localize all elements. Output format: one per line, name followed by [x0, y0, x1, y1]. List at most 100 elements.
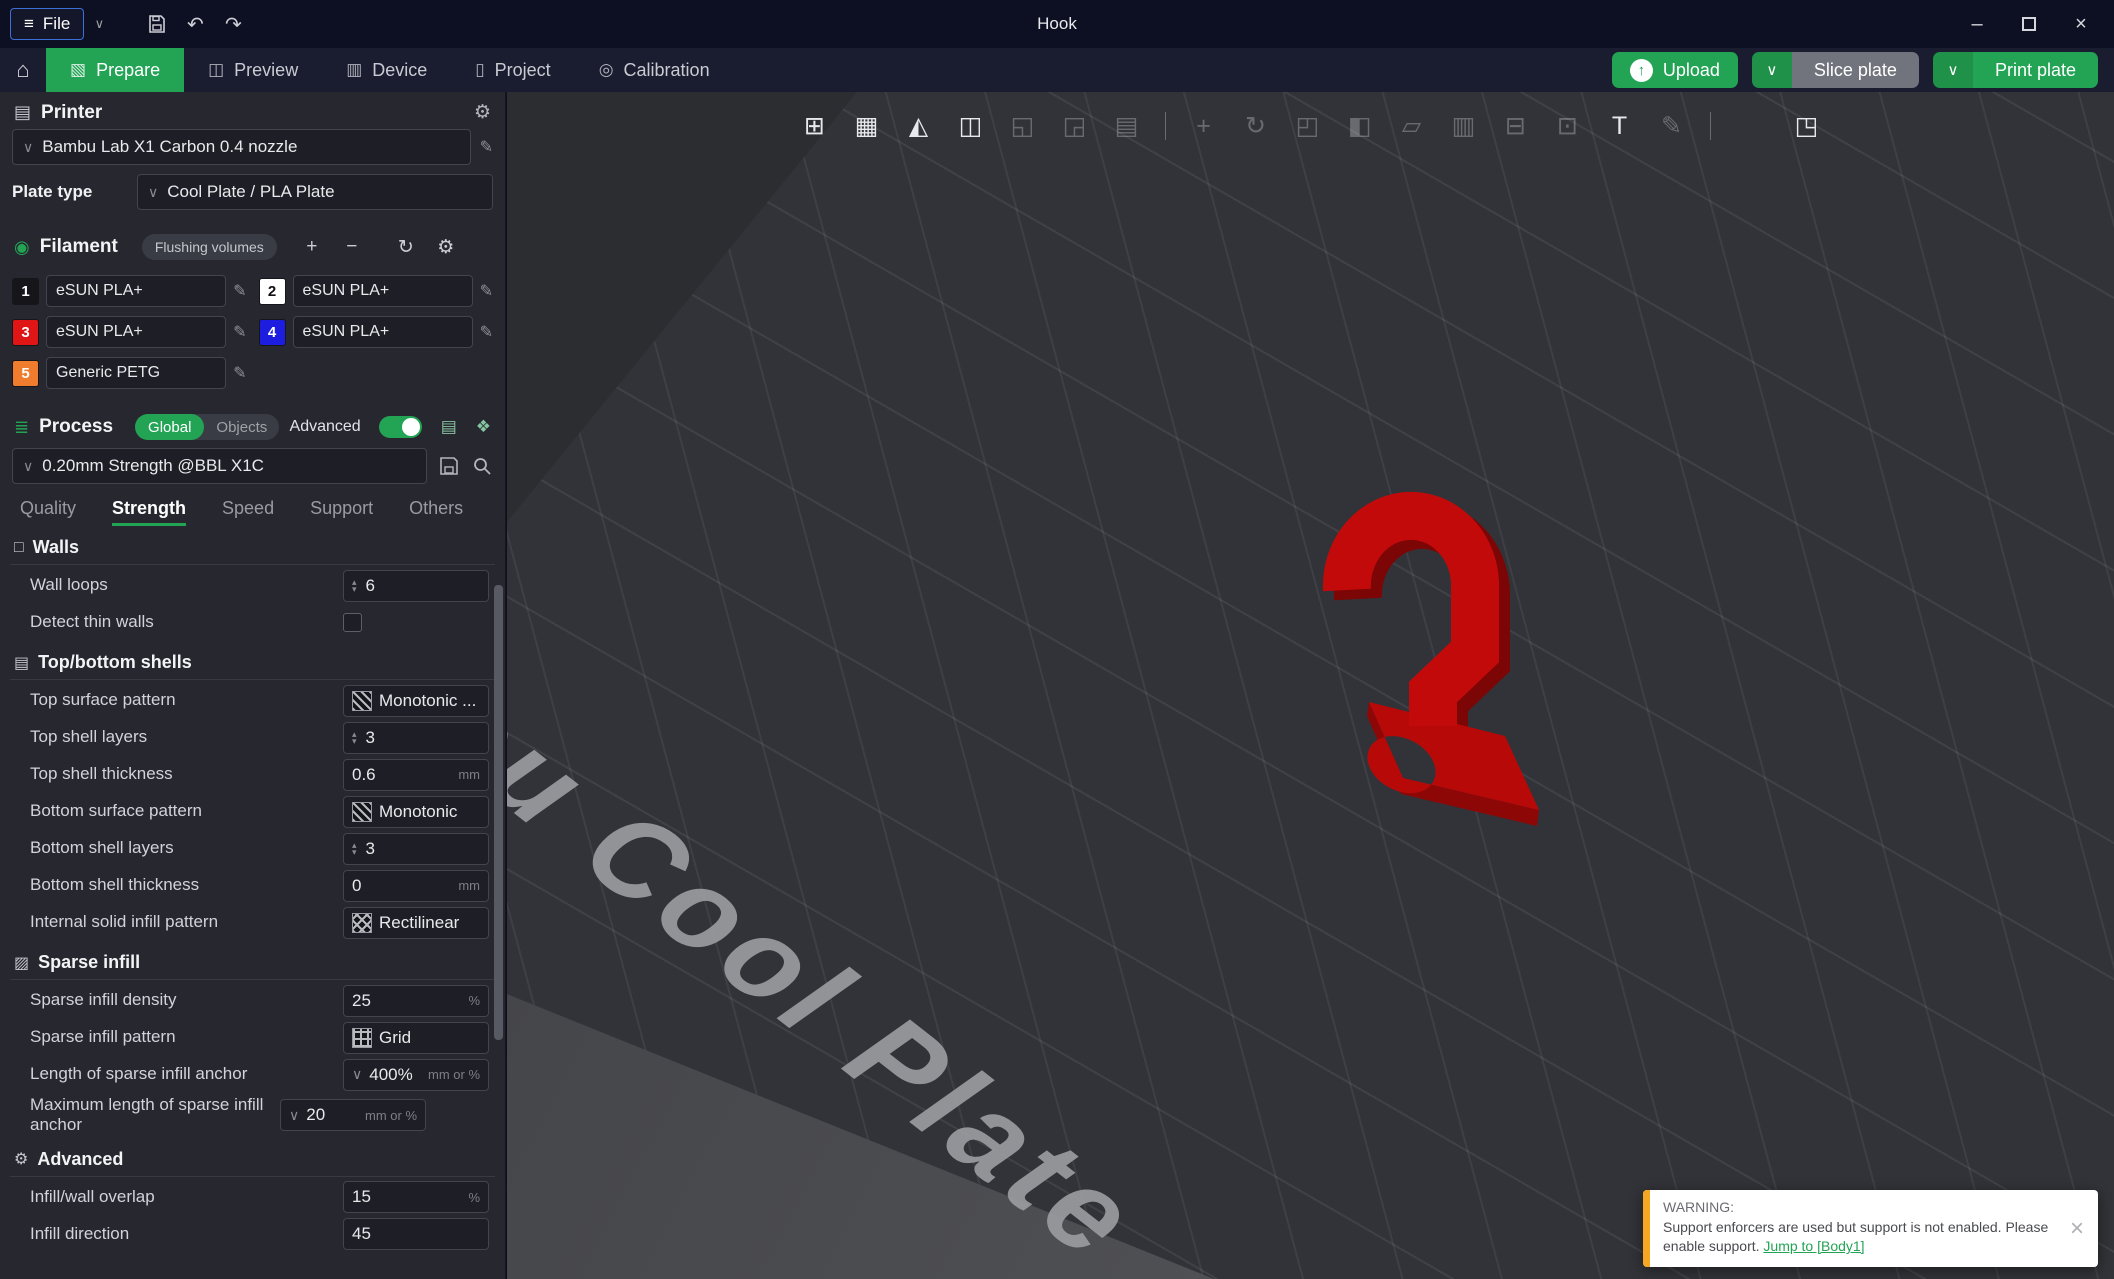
top-shell-layers-input[interactable]: ▴ ▾ 3 [343, 721, 489, 754]
frame-icon[interactable]: ⊡ [1546, 104, 1590, 148]
undo-button[interactable]: ↶ [176, 6, 214, 42]
edit-filament-icon[interactable]: ✎ [233, 322, 246, 342]
bottom-surface-pattern-select[interactable]: Monotonic [343, 795, 489, 828]
filament-name-field[interactable]: eSUN PLA+ [46, 275, 227, 307]
auto-orient-icon[interactable]: ◭ [897, 104, 941, 148]
bottom-shell-thickness-input[interactable]: 0 mm [343, 869, 489, 902]
tab-calibration[interactable]: ◎ Calibration [575, 48, 734, 92]
move-icon[interactable]: + [1182, 104, 1226, 148]
param-tree-icon[interactable]: ❖ [476, 417, 491, 437]
tab-preview[interactable]: ◫ Preview [184, 48, 322, 92]
internal-solid-pattern-select[interactable]: Rectilinear [343, 906, 489, 939]
print-plate-button[interactable]: ∨ Print plate [1932, 52, 2098, 88]
scale-icon[interactable]: ◰ [1286, 104, 1330, 148]
save-button[interactable] [138, 6, 176, 42]
assembly-view-icon[interactable]: ◳ [1785, 104, 1829, 148]
top-shell-thickness-input[interactable]: 0.6 mm [343, 758, 489, 791]
filament-color-badge[interactable]: 3 [12, 318, 39, 346]
print-options-chevron[interactable]: ∨ [1932, 52, 1973, 88]
file-menu-chevron[interactable]: ∨ [84, 6, 114, 42]
save-preset-icon[interactable] [438, 455, 460, 477]
filament-color-badge[interactable]: 1 [12, 277, 39, 305]
tab-support[interactable]: Support [310, 498, 373, 526]
close-button[interactable]: × [2058, 5, 2104, 43]
layers-icon[interactable]: ▤ [1105, 104, 1149, 148]
detect-thin-walls-checkbox[interactable] [343, 613, 362, 632]
tab-others[interactable]: Others [409, 498, 463, 526]
scope-objects-button[interactable]: Objects [204, 419, 279, 436]
anchor-max-length-select[interactable]: ∨ 20 mm or % [280, 1099, 426, 1132]
edit-printer-icon[interactable]: ✎ [480, 137, 493, 157]
wall-loops-input[interactable]: ▴ ▾ 6 [343, 569, 489, 602]
chevron-down-icon: ∨ [23, 457, 34, 474]
tab-device[interactable]: ▥ Device [322, 48, 451, 92]
copy-icon[interactable]: ◱ [1001, 104, 1045, 148]
spinner-arrows[interactable]: ▴ ▾ [352, 577, 357, 593]
maximize-button[interactable] [2006, 5, 2052, 43]
paste-icon[interactable]: ◲ [1053, 104, 1097, 148]
rotate-icon[interactable]: ↻ [1234, 104, 1278, 148]
arrange-icon[interactable]: ◫ [949, 104, 993, 148]
param-row-top-shell-thickness: Top shell thickness 0.6 mm [0, 756, 505, 793]
file-menu-button[interactable]: ≡ File [10, 8, 85, 40]
lay-flat-icon[interactable]: ▱ [1390, 104, 1434, 148]
printer-select[interactable]: ∨ Bambu Lab X1 Carbon 0.4 nozzle [12, 129, 471, 165]
filament-color-badge[interactable]: 2 [258, 277, 286, 305]
home-button[interactable]: ⌂ [0, 48, 46, 92]
upload-button[interactable]: ↑ Upload [1611, 52, 1738, 88]
add-object-icon[interactable]: ⊞ [793, 104, 837, 148]
model-hook[interactable] [1307, 440, 1547, 840]
filament-name-field[interactable]: Generic PETG [46, 357, 227, 389]
tab-quality[interactable]: Quality [20, 498, 76, 526]
edit-filament-icon[interactable]: ✎ [480, 322, 493, 342]
scope-global-button[interactable]: Global [135, 414, 205, 440]
sparse-pattern-select[interactable]: Grid [343, 1021, 489, 1054]
warning-close-button[interactable]: × [2056, 1190, 2098, 1267]
sync-ams-icon[interactable]: ↻ [391, 233, 421, 261]
spinner-arrows[interactable]: ▴ ▾ [352, 729, 357, 745]
anchor-length-select[interactable]: ∨ 400% mm or % [343, 1058, 489, 1091]
edit-filament-icon[interactable]: ✎ [480, 281, 493, 301]
printer-settings-gear-icon[interactable]: ⚙ [474, 101, 491, 124]
filament-settings-gear-icon[interactable]: ⚙ [431, 233, 461, 261]
remove-filament-button[interactable]: − [337, 233, 367, 261]
filament-name-field[interactable]: eSUN PLA+ [292, 275, 473, 307]
process-preset-select[interactable]: ∨ 0.20mm Strength @BBL X1C [12, 448, 427, 484]
param-list-icon[interactable]: ▤ [441, 417, 457, 437]
add-plate-icon[interactable]: ▦ [845, 104, 889, 148]
param-row-top-surface-pattern: Top surface pattern Monotonic ... [0, 682, 505, 719]
advanced-toggle[interactable] [378, 416, 422, 438]
sparse-density-input[interactable]: 25 % [343, 984, 489, 1017]
align-icon[interactable]: ⊟ [1494, 104, 1538, 148]
cut-icon[interactable]: ▥ [1442, 104, 1486, 148]
slice-plate-button[interactable]: ∨ Slice plate [1751, 52, 1919, 88]
warning-jump-link[interactable]: Jump to [Body1] [1763, 1238, 1864, 1254]
tab-prepare[interactable]: ▧ Prepare [46, 48, 185, 92]
tab-project[interactable]: ▯ Project [451, 48, 574, 92]
filament-color-badge[interactable]: 4 [258, 318, 286, 346]
filament-name-field[interactable]: eSUN PLA+ [292, 316, 473, 348]
text-tool-icon[interactable]: T [1598, 104, 1642, 148]
infill-wall-overlap-input[interactable]: 15 % [343, 1181, 489, 1214]
tab-speed[interactable]: Speed [222, 498, 274, 526]
slice-options-chevron[interactable]: ∨ [1751, 52, 1792, 88]
add-filament-button[interactable]: + [297, 233, 327, 261]
filament-color-badge[interactable]: 5 [12, 359, 39, 387]
tab-strength[interactable]: Strength [112, 498, 187, 526]
mirror-icon[interactable]: ◧ [1338, 104, 1382, 148]
plate-type-select[interactable]: ∨ Cool Plate / PLA Plate [137, 174, 493, 210]
filament-name-field[interactable]: eSUN PLA+ [46, 316, 227, 348]
flushing-volumes-button[interactable]: Flushing volumes [141, 234, 277, 260]
edit-filament-icon[interactable]: ✎ [233, 281, 246, 301]
top-surface-pattern-select[interactable]: Monotonic ... [343, 684, 489, 717]
sidebar-scrollbar[interactable] [494, 585, 503, 1040]
edit-filament-icon[interactable]: ✎ [233, 363, 246, 383]
seam-paint-icon[interactable]: ✎ [1650, 104, 1694, 148]
search-preset-icon[interactable] [471, 455, 493, 477]
viewport-3d[interactable]: Bambu Cool Plate ⊞ ▦ ◭ ◫ ◱ ◲ ▤ + ↻ ◰ ◧ ▱… [507, 92, 2114, 1279]
redo-button[interactable]: ↷ [214, 6, 252, 42]
minimize-button[interactable]: – [1954, 5, 2000, 43]
infill-direction-input[interactable]: 45 [343, 1218, 489, 1251]
spinner-arrows[interactable]: ▴ ▾ [352, 840, 357, 856]
bottom-shell-layers-input[interactable]: ▴ ▾ 3 [343, 832, 489, 865]
